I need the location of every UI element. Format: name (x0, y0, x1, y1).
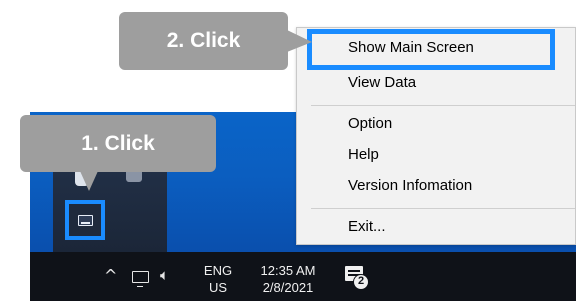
callout-step-2: 2. Click (119, 12, 288, 70)
language-region: US (208, 280, 228, 295)
volume-icon[interactable]: 🔈︎ (160, 266, 169, 284)
language-indicator[interactable]: ENG US (200, 262, 236, 296)
taskbar-clock[interactable]: 12:35 AM 2/8/2021 (250, 262, 326, 296)
menu-item-option[interactable]: Option (348, 115, 392, 133)
menu-item-exit[interactable]: Exit... (348, 218, 386, 236)
network-icon[interactable] (132, 271, 149, 287)
menu-item-version-information[interactable]: Version Infomation (348, 177, 472, 195)
highlight-show-main-screen (307, 29, 555, 70)
app-window-icon (78, 215, 93, 226)
target-tray-app-icon[interactable] (65, 200, 105, 240)
notification-center-button[interactable]: 2 (344, 266, 370, 290)
menu-item-view-data[interactable]: View Data (348, 74, 416, 92)
language-code: ENG (203, 263, 233, 278)
menu-item-help[interactable]: Help (348, 146, 379, 164)
menu-separator (311, 208, 575, 209)
clock-date: 2/8/2021 (262, 280, 314, 295)
callout-step-1: 1. Click (20, 115, 216, 172)
clock-time: 12:35 AM (260, 263, 316, 278)
notification-count-badge: 2 (353, 274, 369, 290)
menu-separator (311, 105, 575, 106)
chevron-up-icon[interactable]: ^ (104, 268, 117, 284)
